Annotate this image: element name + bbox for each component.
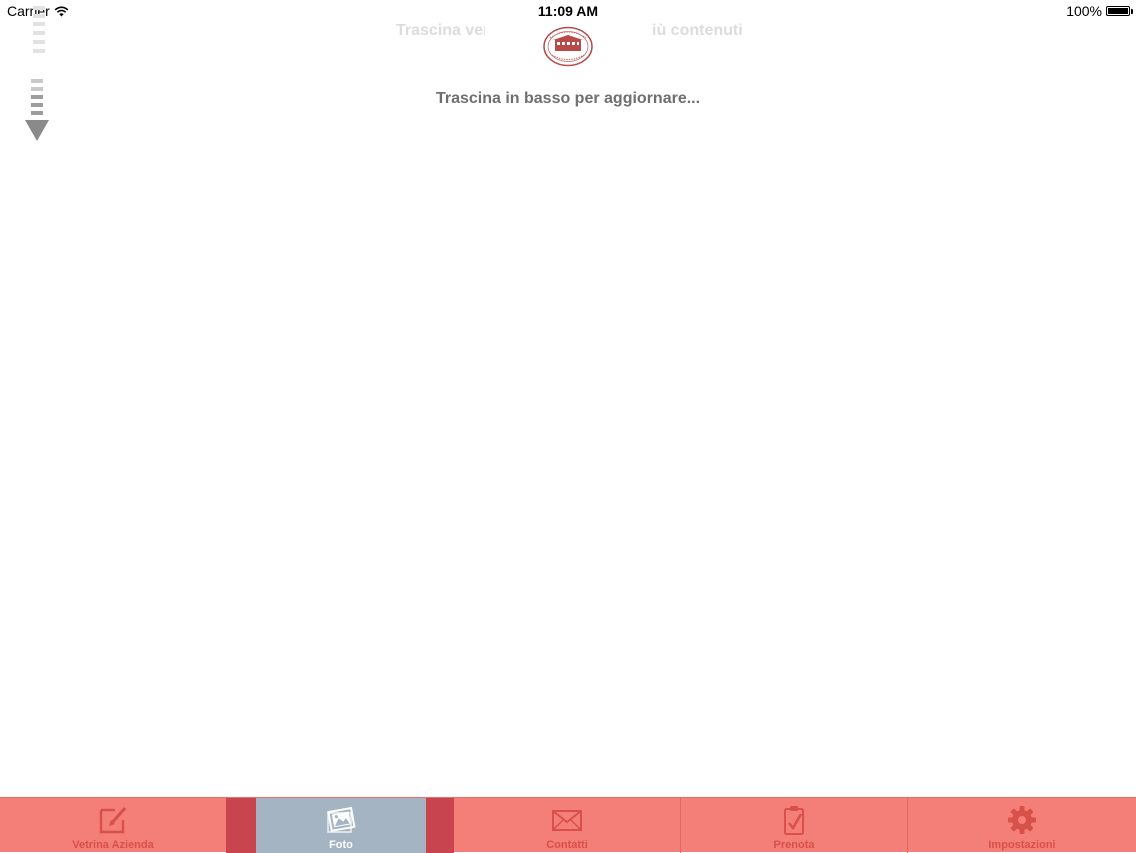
battery-indicator: 100% xyxy=(1066,3,1133,19)
status-time: 11:09 AM xyxy=(537,3,599,19)
pull-hint-text-right: iù contenuti xyxy=(652,22,743,39)
tab-label: Impostazioni xyxy=(988,839,1056,851)
battery-percentage: 100% xyxy=(1066,3,1102,19)
clipboard-check-icon xyxy=(777,803,811,837)
tab-contatti[interactable]: Contatti xyxy=(454,798,680,853)
company-logo xyxy=(543,26,593,67)
photo-icon xyxy=(324,803,358,837)
tab-vetrina-azienda[interactable]: Vetrina Azienda xyxy=(0,798,226,853)
status-bar: Carrier 11:09 AM 100% xyxy=(0,0,1136,22)
pull-to-refresh-message: Trascina in basso per aggiornare... xyxy=(435,90,701,107)
tab-impostazioni[interactable]: Impostazioni xyxy=(908,798,1136,853)
arrow-down-icon xyxy=(25,6,49,141)
tab-label: Vetrina Azienda xyxy=(72,839,154,851)
tab-foto[interactable]: Foto xyxy=(256,798,426,853)
pull-hint-text-left: Trascina ver xyxy=(396,22,485,39)
tab-label: Prenota xyxy=(773,839,815,851)
tab-bar: Vetrina Azienda Foto Contatti Prenota Im… xyxy=(0,797,1136,853)
tab-prenota[interactable]: Prenota xyxy=(681,798,907,853)
battery-icon xyxy=(1106,6,1133,16)
gear-icon xyxy=(1005,803,1039,837)
tab-label: Contatti xyxy=(546,839,588,851)
tab-label: Foto xyxy=(329,839,353,851)
edit-icon xyxy=(96,803,130,837)
mail-icon xyxy=(550,803,584,837)
